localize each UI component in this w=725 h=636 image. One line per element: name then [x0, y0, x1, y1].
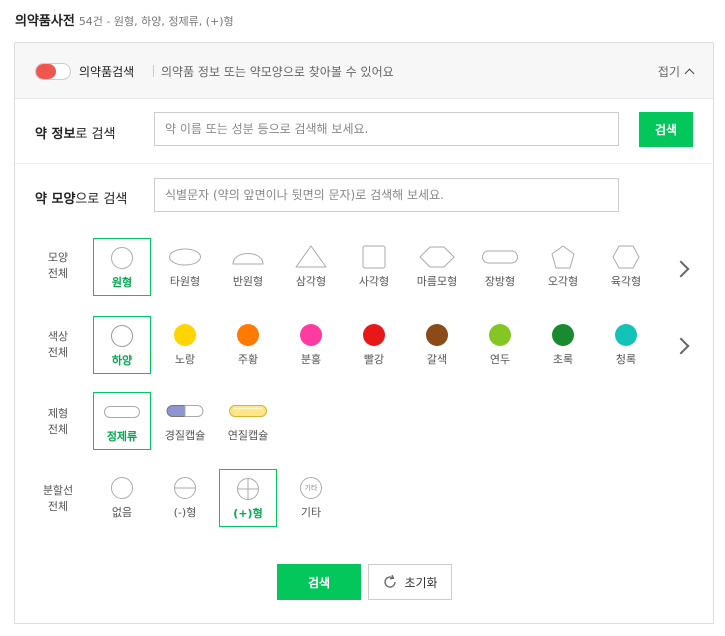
pink-swatch: [300, 324, 322, 346]
color-option-pink[interactable]: 분홍: [282, 316, 340, 374]
pentagon-shape-icon: [551, 245, 575, 269]
shape-option-round[interactable]: 원형: [93, 238, 151, 296]
form-option-soft-capsule[interactable]: 연질캡슐: [219, 392, 277, 450]
round-shape-icon: [111, 247, 133, 269]
form-filter-label: 제형 전체: [47, 407, 69, 436]
triangle-shape-icon: [295, 245, 327, 268]
green-swatch: [552, 324, 574, 346]
divider: [15, 163, 713, 164]
split-filter-label: 분할선 전체: [42, 484, 74, 513]
search-panel: 의약품검색 의약품 정보 또는 약모양으로 찾아볼 수 있어요 접기 약 정보로…: [14, 42, 714, 624]
hard-capsule-icon: [166, 405, 204, 417]
form-option-tablet[interactable]: 정제류: [93, 392, 151, 450]
reset-label: 초기화: [404, 575, 438, 590]
color-option-light-green[interactable]: 연두: [471, 316, 529, 374]
color-option-green[interactable]: 초록: [534, 316, 592, 374]
minus-split-icon: [174, 477, 196, 499]
shape-search-label: 약 모양으로 검색: [35, 192, 128, 207]
other-split-icon: 기타: [300, 477, 322, 499]
color-filter-label: 색상 전체: [47, 330, 69, 359]
toggle-knob: [36, 64, 56, 79]
collapse-label: 접기: [657, 65, 680, 79]
color-option-yellow[interactable]: 노랑: [156, 316, 214, 374]
color-option-teal[interactable]: 청록: [597, 316, 655, 374]
divider: [153, 65, 154, 77]
brown-swatch: [426, 324, 448, 346]
shape-option-hexagon[interactable]: 육각형: [597, 238, 655, 296]
page-title: 의약품사전 54건 - 원형, 하양, 정제류, (+)형: [15, 10, 234, 29]
orange-swatch: [237, 324, 259, 346]
info-search-label: 약 정보로 검색: [35, 127, 116, 142]
hexagon-shape-icon: [612, 245, 640, 269]
shape-option-square[interactable]: 사각형: [345, 238, 403, 296]
split-option-none[interactable]: 없음: [93, 469, 151, 527]
color-option-white[interactable]: 하양: [93, 316, 151, 374]
color-option-brown[interactable]: 갈색: [408, 316, 466, 374]
form-option-hard-capsule[interactable]: 경질캡슐: [156, 392, 214, 450]
color-option-orange[interactable]: 주황: [219, 316, 277, 374]
chevron-right-icon[interactable]: [672, 260, 690, 278]
collapse-button[interactable]: 접기: [657, 63, 695, 80]
split-option-other[interactable]: 기타 기타: [282, 469, 340, 527]
no-split-icon: [111, 477, 133, 499]
imprint-search-input[interactable]: [154, 178, 619, 212]
shape-option-triangle[interactable]: 삼각형: [282, 238, 340, 296]
chevron-up-icon: [684, 68, 695, 79]
color-option-red[interactable]: 빨강: [345, 316, 403, 374]
diamond-shape-icon: [419, 246, 455, 268]
split-option-plus[interactable]: (+)형: [219, 469, 277, 527]
split-option-minus[interactable]: (-)형: [156, 469, 214, 527]
soft-capsule-icon: [229, 405, 267, 417]
search-mode-label: 의약품검색: [79, 65, 135, 79]
search-mode-description: 의약품 정보 또는 약모양으로 찾아볼 수 있어요: [161, 65, 394, 79]
search-mode-bar: 의약품검색 의약품 정보 또는 약모양으로 찾아볼 수 있어요 접기: [15, 43, 713, 99]
yellow-swatch: [174, 324, 196, 346]
refresh-icon: [384, 574, 397, 588]
shape-filter-label: 모양 전체: [47, 251, 69, 280]
teal-swatch: [615, 324, 637, 346]
dictionary-title: 의약품사전: [15, 14, 75, 29]
plus-split-icon: [237, 478, 259, 500]
oblong-shape-icon: [482, 250, 518, 264]
tablet-icon: [104, 406, 140, 418]
oval-shape-icon: [169, 248, 201, 266]
result-summary: 54건 - 원형, 하양, 정제류, (+)형: [78, 15, 234, 28]
shape-option-oblong[interactable]: 장방형: [471, 238, 529, 296]
white-swatch: [111, 325, 133, 347]
shape-option-pentagon[interactable]: 오각형: [534, 238, 592, 296]
info-search-input[interactable]: [154, 112, 619, 146]
half-round-shape-icon: [232, 253, 264, 265]
shape-option-half-round[interactable]: 반원형: [219, 238, 277, 296]
search-mode-toggle[interactable]: [35, 63, 71, 80]
light-green-swatch: [489, 324, 511, 346]
reset-button[interactable]: 초기화: [368, 564, 452, 600]
chevron-right-icon[interactable]: [672, 337, 690, 355]
info-search-button[interactable]: 검색: [639, 112, 693, 147]
square-shape-icon: [362, 245, 386, 269]
shape-option-diamond[interactable]: 마름모형: [408, 238, 466, 296]
red-swatch: [363, 324, 385, 346]
shape-option-oval[interactable]: 타원형: [156, 238, 214, 296]
submit-search-button[interactable]: 검색: [277, 564, 361, 600]
